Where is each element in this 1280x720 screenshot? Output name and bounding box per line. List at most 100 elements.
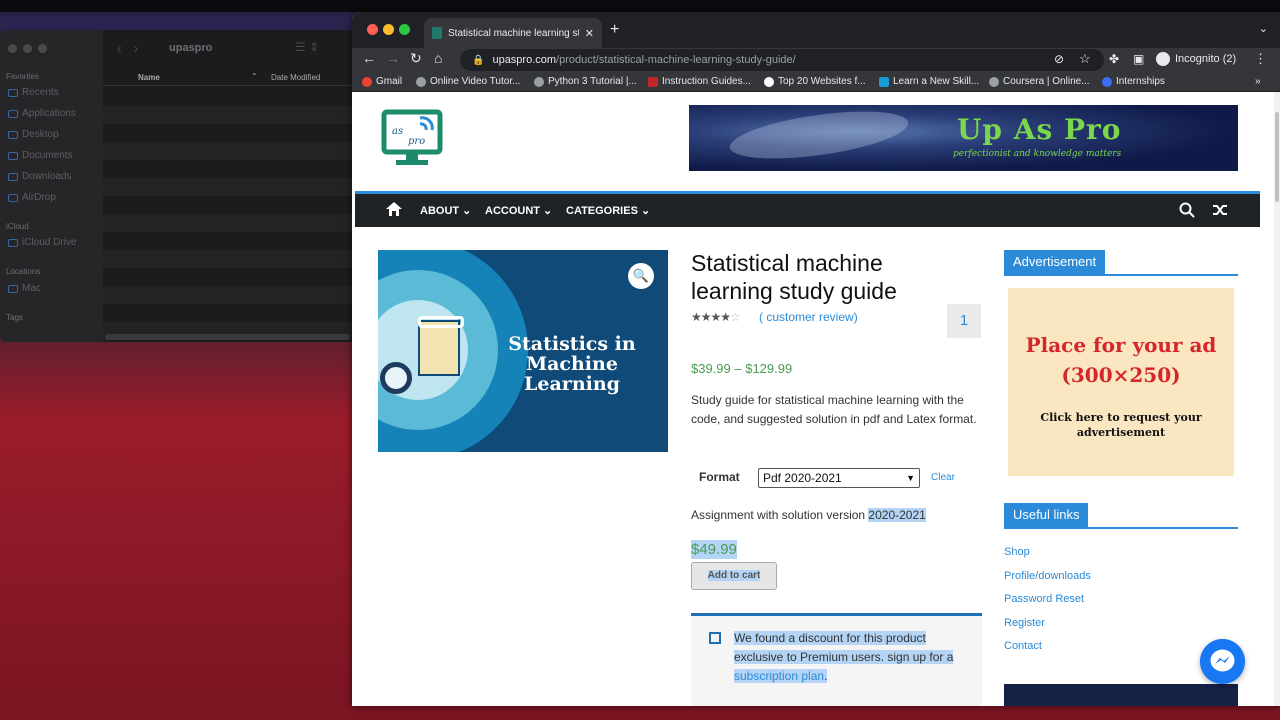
desktop-icon	[8, 130, 18, 139]
finder-item-recents[interactable]: Recents	[8, 87, 59, 98]
finder-section-locations: Locations	[6, 267, 41, 276]
main-navigation: ABOUT ⌄ ACCOUNT ⌄ CATEGORIES ⌄	[355, 191, 1260, 227]
variation-description: Assignment with solution version 2020-20…	[691, 508, 926, 522]
column-date-modified[interactable]: Date Modified	[271, 73, 320, 82]
home-icon[interactable]: ⌂	[434, 50, 442, 66]
finder-item-documents[interactable]: Documents	[8, 150, 73, 161]
link-contact[interactable]: Contact	[1004, 640, 1091, 664]
finder-scrollbar[interactable]	[105, 334, 350, 340]
customer-review-link[interactable]: ( customer review)	[759, 310, 858, 324]
header-banner[interactable]: Up As Pro perfectionist and knowledge ma…	[689, 105, 1238, 171]
browser-window: Statistical machine learning stu ✕ + ⌄ ←…	[352, 12, 1280, 706]
sort-caret-icon: ⌃	[251, 72, 258, 81]
bookmark-coursera[interactable]: Coursera | Online...	[989, 76, 1090, 87]
messenger-icon[interactable]	[1200, 639, 1245, 684]
zoom-icon[interactable]: 🔍	[628, 263, 654, 289]
finder-item-icloud-drive[interactable]: iCloud Drive	[8, 237, 76, 248]
tab-strip: Statistical machine learning stu ✕ + ⌄	[352, 12, 1280, 48]
side-panel-icon[interactable]: ▣	[1133, 52, 1144, 66]
finder-back-forward[interactable]: ‹›	[117, 40, 150, 56]
nav-about[interactable]: ABOUT ⌄	[420, 204, 471, 217]
add-to-cart-button[interactable]: Add to cart	[691, 562, 777, 590]
globe-icon	[989, 76, 999, 87]
clock-icon	[8, 88, 18, 97]
finder-window-controls[interactable]	[8, 44, 47, 53]
more-menu-icon[interactable]: ⋮	[1254, 51, 1267, 67]
format-select[interactable]: Pdf 2020-2021 ▼	[758, 468, 920, 488]
download-icon	[8, 172, 18, 181]
back-icon[interactable]: ←	[362, 50, 376, 66]
incognito-profile[interactable]: Incognito (2)	[1156, 52, 1236, 66]
link-shop[interactable]: Shop	[1004, 546, 1091, 570]
new-tab-icon[interactable]: +	[610, 21, 619, 39]
bookmark-gmail[interactable]: Gmail	[362, 76, 402, 87]
bookmark-learn-skill[interactable]: Learn a New Skill...	[879, 76, 979, 87]
reload-icon[interactable]: ↻	[410, 50, 422, 67]
globe-icon	[416, 76, 426, 87]
tab-search-icon[interactable]: ⌄	[1259, 22, 1268, 35]
close-tab-icon[interactable]: ✕	[585, 27, 594, 40]
lock-icon: 🔒	[472, 54, 485, 66]
list-view-icon[interactable]: ☰ ⇕	[295, 40, 319, 54]
svg-text:as: as	[392, 126, 403, 137]
bookmarks-overflow-icon[interactable]: »	[1255, 76, 1261, 87]
svg-text:pro: pro	[408, 136, 425, 147]
page-scrollbar[interactable]	[1274, 92, 1280, 706]
url-path: /product/statistical-machine-learning-st…	[556, 54, 796, 66]
random-post-icon[interactable]	[1212, 202, 1228, 218]
nav-account[interactable]: ACCOUNT ⌄	[485, 204, 552, 217]
advertisement-widget-title: Advertisement	[1004, 250, 1238, 276]
finder-item-mac[interactable]: Mac	[8, 283, 41, 294]
link-profile-downloads[interactable]: Profile/downloads	[1004, 570, 1091, 594]
finder-item-desktop[interactable]: Desktop	[8, 129, 59, 140]
globe-icon	[534, 76, 544, 87]
banner-title: Up As Pro	[957, 113, 1122, 146]
close-window-button[interactable]	[367, 24, 378, 35]
gmail-icon	[362, 76, 372, 87]
finder-item-airdrop[interactable]: AirDrop	[8, 192, 56, 203]
product-image[interactable]: Statistics in Machine Learning 🔍	[378, 250, 668, 452]
tracking-blocked-icon[interactable]: ⊘	[1054, 52, 1064, 66]
finder-title: upaspro	[169, 42, 213, 54]
product-title: Statistical machine learning study guide	[691, 250, 897, 304]
bookmark-python-tutorial[interactable]: Python 3 Tutorial |...	[534, 76, 637, 87]
zoom-window-button[interactable]	[399, 24, 410, 35]
finder-section-favorites: Favorites	[6, 72, 39, 81]
scrollbar-thumb[interactable]	[1275, 112, 1279, 202]
minimize-window-button[interactable]	[383, 24, 394, 35]
bookmark-internships[interactable]: Internships	[1102, 76, 1165, 87]
subscription-plan-link[interactable]: subscription plan	[734, 669, 824, 683]
finder-section-icloud: iCloud	[6, 222, 29, 231]
address-bar[interactable]: 🔒 upaspro.com/product/statistical-machin…	[460, 49, 1104, 71]
internships-icon	[1102, 76, 1112, 87]
clear-link[interactable]: Clear	[931, 472, 955, 483]
advertisement-box[interactable]: Place for your ad (300×250) Click here t…	[1008, 288, 1234, 476]
sidebar-image[interactable]	[1004, 684, 1238, 706]
site-logo[interactable]: as pro	[380, 108, 444, 168]
bookmark-top-20[interactable]: Top 20 Websites f...	[764, 76, 866, 87]
finder-item-applications[interactable]: Applications	[8, 108, 76, 119]
bookmarks-bar: Gmail Online Video Tutor... Python 3 Tut…	[352, 72, 1280, 92]
column-name[interactable]: Name	[138, 73, 160, 82]
tab-active[interactable]: Statistical machine learning stu ✕	[424, 18, 602, 48]
format-label: Format	[699, 470, 740, 484]
variation-price: $49.99	[691, 540, 737, 559]
extensions-icon[interactable]: ✤	[1109, 52, 1119, 66]
finder-file-list	[103, 88, 352, 342]
home-icon[interactable]	[385, 201, 403, 217]
link-register[interactable]: Register	[1004, 617, 1091, 641]
finder-sidebar: Favorites Recents Applications Desktop D…	[0, 30, 103, 342]
bookmark-video-tutorials[interactable]: Online Video Tutor...	[416, 76, 520, 87]
finder-item-downloads[interactable]: Downloads	[8, 171, 71, 182]
forward-icon[interactable]: →	[386, 50, 400, 66]
review-count-badge: 1	[947, 304, 981, 338]
search-icon[interactable]	[1179, 202, 1195, 218]
calculator-icon	[418, 320, 460, 376]
cloud-icon	[8, 238, 18, 247]
bookmark-instruction-guides[interactable]: Instruction Guides...	[648, 76, 751, 87]
browser-toolbar: ← → ↻ ⌂ 🔒 upaspro.com/product/statistica…	[352, 48, 1280, 72]
nav-categories[interactable]: CATEGORIES ⌄	[566, 204, 650, 217]
link-password-reset[interactable]: Password Reset	[1004, 593, 1091, 617]
tab-title: Statistical machine learning stu	[448, 27, 579, 39]
bookmark-star-icon[interactable]: ☆	[1079, 51, 1091, 67]
